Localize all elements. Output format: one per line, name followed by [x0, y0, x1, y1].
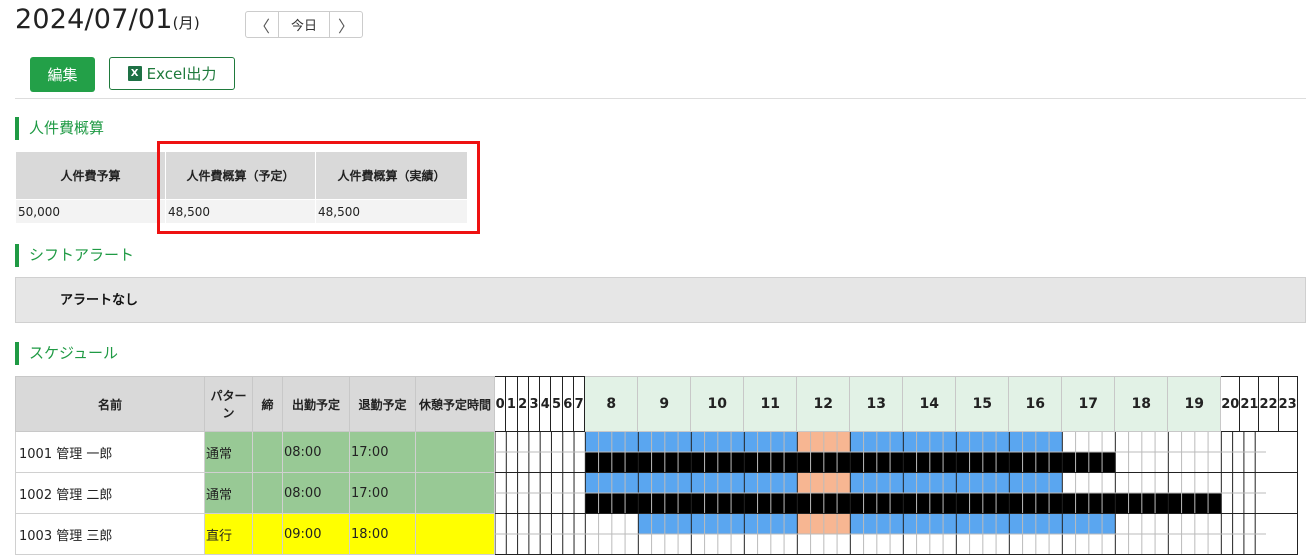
hour-header: 11 [743, 376, 798, 432]
break-time-cell [415, 431, 495, 473]
shift-alert-section-title: シフトアラート [15, 244, 134, 267]
hour-header: 5 [550, 376, 563, 432]
col-header-end: 退勤予定 [349, 376, 416, 432]
break-time-cell [415, 513, 495, 555]
hour-header: 3 [527, 376, 541, 432]
break-time-cell [415, 472, 495, 514]
labor-budget-header: 人件費予算 [15, 151, 166, 200]
hour-header: 2 [516, 376, 529, 432]
labor-cost-section-title: 人件費概算 [15, 117, 104, 140]
date-text: 2024/07/01 [15, 4, 173, 35]
excel-export-button[interactable]: X Excel出力 [109, 57, 235, 90]
highlight-box [157, 141, 480, 234]
employee-name[interactable]: 1002 管理 二郎 [15, 472, 205, 514]
end-time-cell: 17:00 [349, 431, 416, 473]
hour-header: 16 [1008, 376, 1063, 432]
hour-header: 12 [796, 376, 851, 432]
hour-header: 7 [572, 376, 586, 432]
hour-header: 8 [584, 376, 639, 432]
start-time-cell: 09:00 [282, 513, 350, 555]
hour-header: 6 [561, 376, 574, 432]
hour-header: 20 [1220, 376, 1241, 432]
timeline-grid [495, 473, 1267, 513]
col-header-pattern: パターン [204, 376, 253, 432]
hour-header: 15 [955, 376, 1010, 432]
schedule-section-title: スケジュール [15, 342, 118, 365]
close-cell [252, 431, 283, 473]
shift-alert-message: アラートなし [15, 277, 1306, 323]
start-time-cell: 08:00 [282, 472, 350, 514]
hour-header: 10 [690, 376, 745, 432]
today-button[interactable]: 今日 [278, 12, 330, 37]
timeline-cell [494, 431, 1298, 473]
schedule-row: 1002 管理 二郎 通常 08:00 17:00 [15, 472, 1298, 514]
hour-header: 19 [1167, 376, 1222, 432]
timeline-grid [495, 432, 1267, 472]
chevron-right-icon: 〉 [337, 16, 354, 36]
schedule-table: 名前 パターン 締 出勤予定 退勤予定 休憩予定時間 0 1 2 3 4 5 6 7 8 9 10 1… [15, 376, 1298, 555]
col-header-close: 締 [252, 376, 283, 432]
col-header-start: 出勤予定 [282, 376, 350, 432]
pattern-cell: 通常 [204, 431, 253, 473]
hour-header: 1 [505, 376, 518, 432]
hour-header: 23 [1277, 376, 1298, 432]
date-navigation: 〈 今日 〉 [245, 11, 363, 38]
hour-header: 14 [902, 376, 957, 432]
excel-export-label: Excel出力 [146, 65, 217, 83]
chevron-left-icon: 〈 [253, 16, 270, 36]
timeline-cell [494, 472, 1298, 514]
hour-header: 21 [1239, 376, 1260, 432]
excel-icon: X [127, 66, 142, 81]
hour-header: 0 [493, 376, 507, 432]
next-day-button[interactable]: 〉 [330, 12, 362, 37]
end-time-cell: 18:00 [349, 513, 416, 555]
hour-header: 4 [539, 376, 552, 432]
end-time-cell: 17:00 [349, 472, 416, 514]
timeline-grid [495, 514, 1267, 554]
labor-budget-value: 50,000 [15, 199, 166, 224]
divider [15, 98, 1306, 99]
timeline-cell [494, 513, 1298, 555]
col-header-name: 名前 [15, 376, 205, 432]
employee-name[interactable]: 1003 管理 三郎 [15, 513, 205, 555]
employee-name[interactable]: 1001 管理 一郎 [15, 431, 205, 473]
schedule-header-row: 名前 パターン 締 出勤予定 退勤予定 休憩予定時間 0 1 2 3 4 5 6 7 8 9 10 1… [15, 376, 1298, 432]
schedule-row: 1001 管理 一郎 通常 08:00 17:00 [15, 431, 1298, 473]
pattern-cell: 直行 [204, 513, 253, 555]
start-time-cell: 08:00 [282, 431, 350, 473]
close-cell [252, 513, 283, 555]
hour-header: 22 [1258, 376, 1279, 432]
hour-header: 18 [1114, 376, 1169, 432]
prev-day-button[interactable]: 〈 [246, 12, 278, 37]
close-cell [252, 472, 283, 514]
page-title: 2024/07/01(月) [15, 4, 200, 35]
hour-header: 13 [849, 376, 904, 432]
hour-header: 17 [1061, 376, 1116, 432]
col-header-break: 休憩予定時間 [415, 376, 495, 432]
pattern-cell: 通常 [204, 472, 253, 514]
schedule-row: 1003 管理 三郎 直行 09:00 18:00 [15, 513, 1298, 555]
edit-button[interactable]: 編集 [30, 57, 95, 92]
day-of-week: (月) [172, 14, 200, 32]
hour-header: 9 [637, 376, 692, 432]
